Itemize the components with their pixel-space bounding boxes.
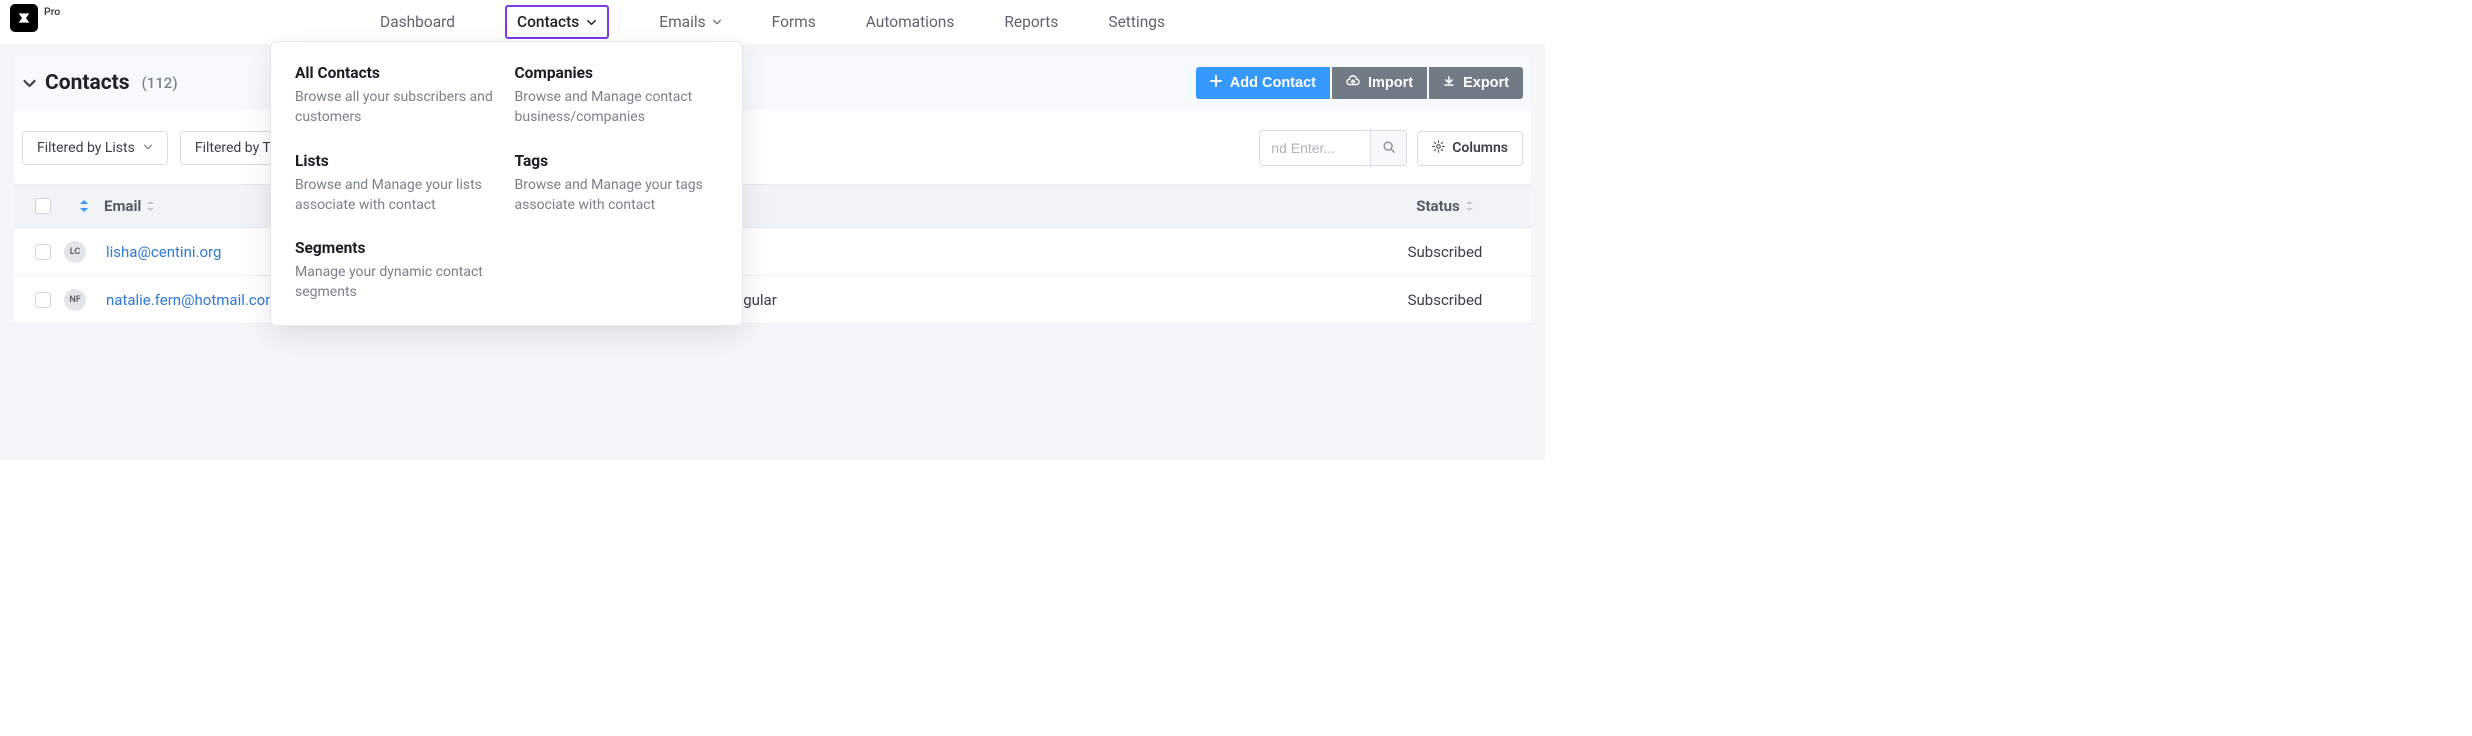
nav-contacts[interactable]: Contacts: [501, 0, 613, 47]
sort-icon: [146, 200, 155, 212]
export-label: Export: [1463, 75, 1509, 91]
nav-emails-label: Emails: [659, 13, 705, 31]
export-button[interactable]: Export: [1429, 67, 1523, 99]
search-button[interactable]: [1370, 131, 1406, 165]
add-contact-label: Add Contact: [1230, 75, 1316, 91]
row-checkbox[interactable]: [35, 244, 51, 260]
dropdown-all-contacts[interactable]: All Contacts Browse all your subscribers…: [295, 64, 499, 128]
dropdown-item-desc: Browse and Manage your tags associate wi…: [515, 175, 719, 216]
dropdown-item-title: Segments: [295, 239, 499, 257]
dropdown-tags[interactable]: Tags Browse and Manage your tags associa…: [515, 152, 719, 216]
row-checkbox[interactable]: [35, 292, 51, 308]
chevron-down-icon: [712, 17, 722, 27]
filter-by-lists[interactable]: Filtered by Lists: [22, 131, 168, 165]
cloud-upload-icon: [1346, 75, 1360, 91]
nav-emails[interactable]: Emails: [655, 5, 725, 39]
nav-dashboard[interactable]: Dashboard: [376, 5, 459, 39]
import-label: Import: [1368, 75, 1413, 91]
import-button[interactable]: Import: [1332, 67, 1427, 99]
dropdown-item-title: Lists: [295, 152, 499, 170]
contact-email-link[interactable]: lisha@centini.org: [106, 243, 221, 261]
dropdown-item-title: Tags: [515, 152, 719, 170]
contacts-dropdown: All Contacts Browse all your subscribers…: [270, 41, 743, 326]
gear-icon: [1432, 140, 1445, 157]
columns-label: Columns: [1452, 140, 1508, 156]
th-status[interactable]: Status: [1395, 197, 1495, 215]
dropdown-companies[interactable]: Companies Browse and Manage contact busi…: [515, 64, 719, 128]
dropdown-lists[interactable]: Lists Browse and Manage your lists assoc…: [295, 152, 499, 216]
nav-automations[interactable]: Automations: [862, 5, 959, 39]
dropdown-item-title: Companies: [515, 64, 719, 82]
contact-email-link[interactable]: natalie.fern@hotmail.com: [106, 291, 278, 309]
sort-indicator[interactable]: [64, 199, 104, 213]
dropdown-item-desc: Browse and Manage your lists associate w…: [295, 175, 499, 216]
avatar: LC: [64, 241, 86, 263]
dropdown-item-title: All Contacts: [295, 64, 499, 82]
contact-count: (112): [142, 74, 178, 92]
search-input[interactable]: [1260, 131, 1370, 165]
sort-icon: [1465, 200, 1474, 212]
columns-button[interactable]: Columns: [1417, 131, 1523, 166]
chevron-down-icon[interactable]: [22, 76, 37, 91]
status-badge: Subscribed: [1395, 243, 1495, 261]
search-icon: [1382, 140, 1396, 157]
status-badge: Subscribed: [1395, 291, 1495, 309]
add-contact-button[interactable]: Add Contact: [1196, 67, 1330, 99]
table-row[interactable]: NF natalie.fern@hotmail.com Natalie Fern…: [14, 276, 1531, 324]
table-header: Email Name Status: [14, 184, 1531, 228]
avatar: NF: [64, 289, 86, 311]
select-all-checkbox[interactable]: [35, 198, 51, 214]
nav-reports[interactable]: Reports: [1000, 5, 1062, 39]
th-status-label: Status: [1416, 197, 1460, 215]
dropdown-item-desc: Browse and Manage contact business/compa…: [515, 87, 719, 128]
nav-contacts-label: Contacts: [517, 13, 579, 31]
filter-by-lists-label: Filtered by Lists: [37, 140, 135, 156]
dropdown-segments[interactable]: Segments Manage your dynamic contact seg…: [295, 239, 499, 303]
dropdown-item-desc: Manage your dynamic contact segments: [295, 262, 499, 303]
chevron-down-icon: [586, 17, 597, 28]
page-title: Contacts: [45, 71, 130, 95]
contact-segment: Regular: [726, 291, 960, 309]
nav-settings[interactable]: Settings: [1104, 5, 1169, 39]
nav-forms[interactable]: Forms: [768, 5, 820, 39]
chevron-down-icon: [143, 140, 153, 156]
dropdown-item-desc: Browse all your subscribers and customer…: [295, 87, 499, 128]
th-email-label: Email: [104, 197, 141, 215]
download-icon: [1443, 75, 1455, 91]
plus-icon: [1210, 75, 1222, 91]
table-row[interactable]: LC lisha@centini.org Lish Subscribed: [14, 228, 1531, 276]
